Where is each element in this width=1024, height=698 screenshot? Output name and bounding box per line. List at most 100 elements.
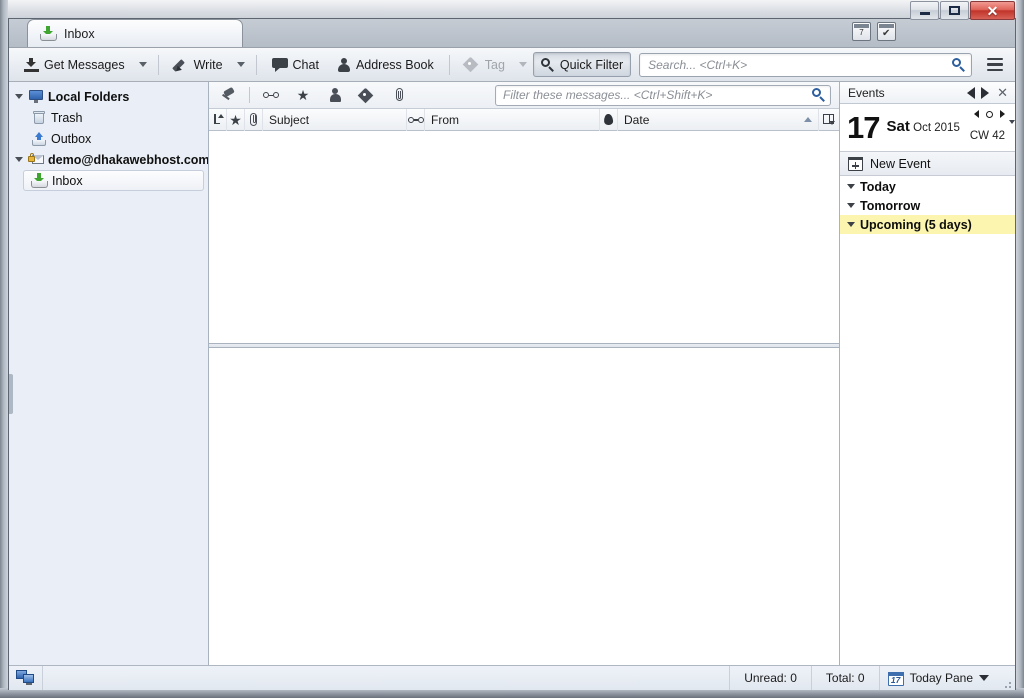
- search-icon[interactable]: [812, 88, 826, 102]
- chat-label: Chat: [292, 57, 319, 72]
- unread-count: Unread: 0: [729, 666, 811, 690]
- next-event-button[interactable]: [981, 86, 990, 99]
- thread-column-header[interactable]: [209, 108, 227, 131]
- get-messages-label: Get Messages: [44, 57, 125, 72]
- monitor-icon: [28, 89, 44, 104]
- tag-icon[interactable]: [356, 85, 378, 106]
- event-group-today[interactable]: Today: [840, 177, 1015, 196]
- tag-button[interactable]: Tag: [457, 52, 513, 77]
- folder-item-local-folders[interactable]: Local Folders: [9, 86, 208, 107]
- previous-day-button[interactable]: [974, 110, 979, 118]
- today-pane-label: Today Pane: [909, 671, 973, 685]
- starred-icon[interactable]: ★: [292, 85, 314, 106]
- column-picker-button[interactable]: [819, 109, 839, 131]
- app-menu-button[interactable]: [982, 52, 1008, 78]
- address-book-button[interactable]: Address Book: [329, 52, 442, 77]
- star-icon: ★: [229, 111, 242, 128]
- network-icon[interactable]: [9, 666, 43, 690]
- events-header: Events ✕: [840, 82, 1015, 104]
- event-group-upcoming[interactable]: Upcoming (5 days): [840, 215, 1015, 234]
- quick-filter-button[interactable]: Quick Filter: [532, 52, 632, 77]
- message-list[interactable]: [209, 131, 839, 343]
- folder-item-inbox[interactable]: Inbox: [23, 170, 204, 191]
- tag-icon: [462, 56, 480, 73]
- attachment-icon[interactable]: [388, 85, 410, 106]
- folder-item-trash[interactable]: Trash: [9, 107, 208, 128]
- event-group-label: Upcoming (5 days): [860, 217, 972, 232]
- sort-ascending-icon: [804, 117, 812, 122]
- minimize-button[interactable]: [910, 1, 939, 20]
- get-messages-dropdown[interactable]: [135, 52, 151, 77]
- close-icon: ✕: [986, 2, 999, 19]
- unread-glasses-icon[interactable]: [260, 85, 282, 106]
- event-group-tomorrow[interactable]: Tomorrow: [840, 196, 1015, 215]
- folder-label: Outbox: [51, 131, 92, 146]
- junk-column-header[interactable]: [600, 108, 619, 131]
- chevron-down-icon[interactable]: [1009, 120, 1015, 124]
- from-column-header[interactable]: From: [425, 108, 601, 131]
- message-list-column-headers: ★ Subject From Date: [209, 108, 839, 131]
- close-button[interactable]: ✕: [970, 1, 1015, 20]
- new-event-label: New Event: [870, 156, 931, 171]
- chevron-down-icon[interactable]: [15, 94, 23, 99]
- write-button[interactable]: Write: [166, 52, 231, 77]
- event-group-label: Today: [860, 179, 896, 194]
- window-frame-right: [1016, 0, 1024, 698]
- calendar-week-label: CW 42: [969, 130, 1005, 142]
- chevron-down-icon[interactable]: [15, 157, 23, 162]
- next-day-button[interactable]: [1000, 110, 1005, 118]
- search-input[interactable]: [648, 57, 952, 72]
- pin-icon[interactable]: [217, 85, 239, 106]
- chat-bubble-icon: [271, 58, 288, 72]
- read-column-header[interactable]: [407, 108, 426, 131]
- window-controls: ✕: [910, 1, 1015, 20]
- today-pane-toggle[interactable]: 17 Today Pane: [878, 666, 999, 690]
- subject-column-header[interactable]: Subject: [263, 108, 408, 131]
- date-column-header[interactable]: Date: [618, 108, 819, 131]
- search-icon[interactable]: [952, 57, 966, 72]
- previous-event-button[interactable]: [967, 86, 976, 99]
- chevron-down-icon: [518, 62, 527, 67]
- new-event-button[interactable]: New Event: [840, 152, 1015, 176]
- thread-icon: [212, 113, 224, 126]
- main-body: Local Folders Trash Outbox demo@dhakaweb…: [9, 82, 1015, 683]
- folder-pane-splitter-grip[interactable]: [9, 374, 13, 414]
- write-dropdown[interactable]: [233, 52, 249, 77]
- restore-button[interactable]: [940, 1, 969, 20]
- close-events-icon[interactable]: ✕: [995, 86, 1010, 99]
- chevron-down-icon[interactable]: [847, 222, 855, 227]
- chevron-down-icon: [979, 675, 989, 681]
- folder-label: Trash: [51, 110, 83, 125]
- tasks-icon[interactable]: ✔: [877, 22, 896, 41]
- chevron-down-icon[interactable]: [847, 203, 855, 208]
- chevron-down-icon[interactable]: [847, 184, 855, 189]
- status-bar: Unread: 0 Total: 0 17 Today Pane: [9, 665, 1015, 690]
- quick-filter-search-box[interactable]: [495, 84, 831, 106]
- chat-button[interactable]: Chat: [264, 52, 327, 77]
- date-navigation: [974, 110, 1005, 118]
- tag-label: Tag: [484, 57, 505, 72]
- trash-icon: [31, 110, 47, 125]
- calendar-icon[interactable]: 7: [852, 22, 871, 41]
- star-column-header[interactable]: ★: [227, 108, 245, 131]
- search-box[interactable]: [639, 52, 972, 77]
- folder-item-outbox[interactable]: Outbox: [9, 128, 208, 149]
- get-messages-button[interactable]: Get Messages: [16, 52, 133, 77]
- tag-dropdown[interactable]: [515, 52, 531, 77]
- message-preview-pane: [209, 348, 839, 683]
- inbox-tray-icon: [40, 26, 57, 41]
- resize-grip[interactable]: [999, 666, 1015, 690]
- quick-filter-separator: [249, 87, 250, 103]
- today-pane: Events ✕ 17 Sat Oct 2015 CW 42 New Event…: [839, 82, 1015, 683]
- tab-inbox[interactable]: Inbox: [27, 19, 243, 47]
- attachment-column-header[interactable]: [245, 108, 263, 131]
- date-text: Sat Oct 2015: [886, 119, 959, 135]
- download-icon: [24, 57, 39, 72]
- calendar-icon: 17: [887, 671, 904, 686]
- quick-filter-input[interactable]: [503, 88, 812, 102]
- message-area: ★ ★: [209, 82, 839, 683]
- today-button[interactable]: [986, 110, 993, 118]
- contact-icon[interactable]: [324, 85, 346, 106]
- folder-item-account[interactable]: demo@dhakawebhost.com: [9, 149, 208, 170]
- address-book-label: Address Book: [355, 57, 434, 72]
